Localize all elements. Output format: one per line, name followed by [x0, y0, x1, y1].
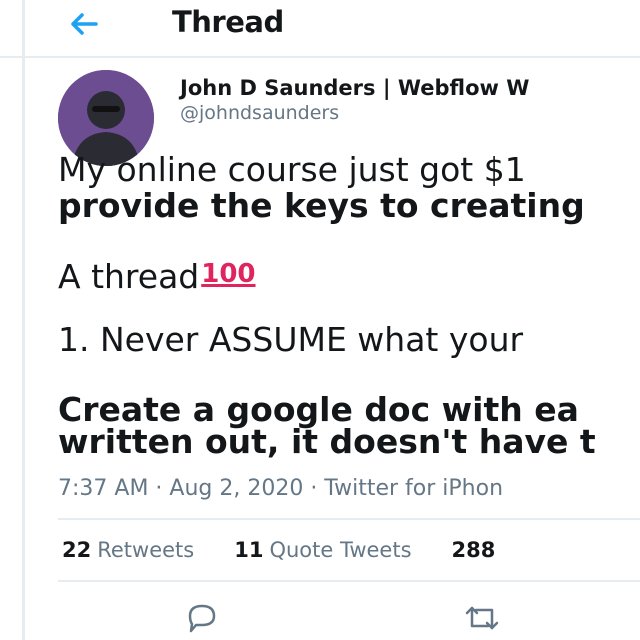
retweets-stat[interactable]: 22 Retweets	[62, 538, 194, 562]
tweet-timestamp[interactable]: 7:37 AM · Aug 2, 2020 · Twitter for iPho…	[58, 476, 503, 501]
back-button[interactable]	[62, 6, 106, 42]
reply-icon	[188, 604, 216, 633]
retweets-label: Retweets	[97, 538, 195, 562]
arrow-left-icon	[71, 13, 98, 35]
hundred-points-emoji: 100	[201, 259, 256, 289]
likes-stat[interactable]: 288	[452, 538, 502, 562]
page-title: Thread	[172, 5, 284, 39]
retweets-count: 22	[62, 538, 92, 562]
retweet-icon	[465, 606, 499, 630]
quote-tweets-stat[interactable]: 11 Quote Tweets	[234, 538, 411, 562]
author-name[interactable]: John D Saunders | Webflow W	[180, 76, 529, 100]
author-handle[interactable]: @johndsaunders	[180, 102, 339, 124]
reply-button[interactable]	[180, 600, 224, 636]
retweet-button[interactable]	[460, 600, 504, 636]
likes-count: 288	[451, 538, 496, 562]
tweet-stats: 22 Retweets 11 Quote Tweets 288	[62, 538, 541, 562]
tweet-text-line: 1. Never ASSUME what your	[58, 320, 524, 359]
tweet-text-segment: A thread	[58, 257, 200, 296]
thread-header: Thread	[0, 0, 640, 58]
divider	[58, 518, 640, 520]
quote-tweets-count: 11	[234, 538, 264, 562]
sidebar-divider	[22, 0, 25, 640]
tweet-text-line: My online course just got $1	[58, 150, 526, 189]
tweet-text-line: provide the keys to creating	[58, 186, 585, 225]
tweet-text-line: written out, it doesn't have t	[58, 422, 596, 461]
divider	[58, 580, 640, 582]
tweet-text-line: A thread100	[58, 256, 256, 295]
quote-tweets-label: Quote Tweets	[269, 538, 412, 562]
